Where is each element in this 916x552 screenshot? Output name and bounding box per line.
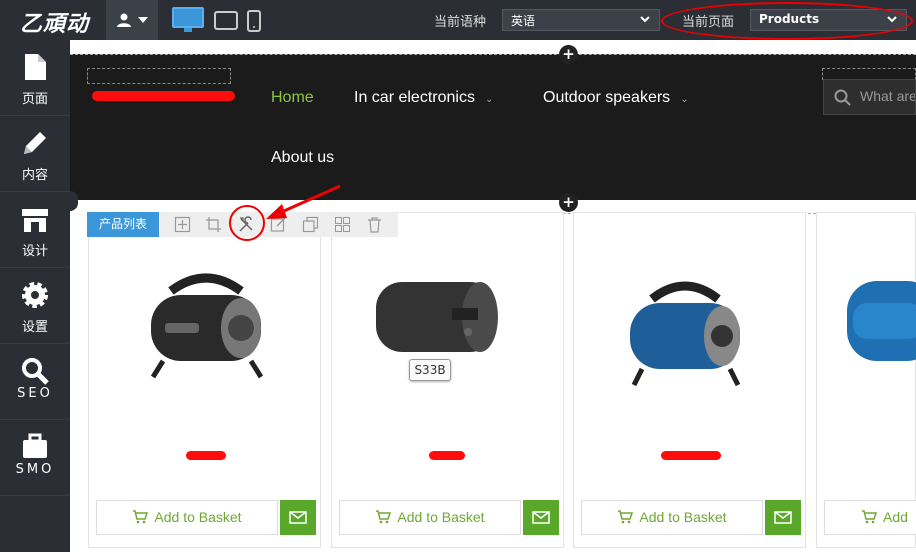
basket-label: Add bbox=[883, 509, 908, 525]
tablet-view-icon[interactable] bbox=[214, 11, 238, 31]
inquiry-button[interactable] bbox=[765, 500, 801, 535]
redacted-logo bbox=[92, 91, 235, 101]
language-select[interactable]: 英语 bbox=[502, 9, 660, 31]
add-section-button[interactable]: + bbox=[559, 45, 578, 64]
product-tooltip: S33B bbox=[409, 359, 451, 381]
site-header[interactable]: Home In car electronics ⌄ Outdoor speaker… bbox=[70, 54, 916, 200]
basket-label: Add to Basket bbox=[397, 509, 485, 525]
redacted-price bbox=[429, 451, 465, 460]
language-label: 当前语种 bbox=[434, 15, 487, 30]
sidebar-item-smo[interactable]: SMO bbox=[0, 420, 70, 496]
gear-icon bbox=[22, 282, 48, 308]
basket-label: Add to Basket bbox=[154, 509, 242, 525]
cart-icon bbox=[376, 510, 392, 524]
sidebar-item-label: 设计 bbox=[21, 244, 48, 259]
user-menu-button[interactable] bbox=[106, 0, 158, 40]
chevron-down-icon bbox=[640, 16, 650, 23]
page-icon bbox=[25, 54, 46, 80]
mobile-view-icon[interactable] bbox=[247, 10, 261, 32]
sidebar-item-label: 内容 bbox=[21, 168, 48, 183]
inquiry-button[interactable] bbox=[523, 500, 559, 535]
pencil-icon bbox=[24, 132, 46, 154]
top-bar: 乙頑动 当前语种 英语 当前页面 Products bbox=[0, 0, 916, 40]
sidebar-item-label: 页面 bbox=[21, 92, 48, 107]
nav-in-car-electronics[interactable]: In car electronics ⌄ bbox=[354, 89, 493, 107]
nav-label: In car electronics bbox=[354, 89, 475, 106]
module-label: 产品列表 bbox=[87, 212, 159, 237]
product-image bbox=[847, 281, 916, 361]
app-logo: 乙頑动 bbox=[20, 11, 90, 37]
mail-icon bbox=[289, 511, 307, 524]
add-to-basket-button[interactable]: Add to Basket bbox=[96, 500, 278, 535]
site-search-input[interactable]: What are bbox=[823, 79, 916, 115]
redacted-price bbox=[661, 451, 721, 460]
editor-canvas: Home In car electronics ⌄ Outdoor speaker… bbox=[70, 40, 916, 552]
store-icon bbox=[22, 209, 48, 232]
sidebar-item-design[interactable]: 设计 bbox=[0, 192, 70, 268]
sidebar-item-content[interactable]: 内容 bbox=[0, 116, 70, 192]
sidebar-item-page[interactable]: 页面 bbox=[0, 40, 70, 116]
add-to-basket-button[interactable]: Add bbox=[824, 500, 916, 535]
product-card[interactable]: Add bbox=[816, 212, 916, 548]
sidebar-item-label: 设置 bbox=[21, 320, 48, 335]
nav-outdoor-speakers[interactable]: Outdoor speakers ⌄ bbox=[543, 89, 689, 107]
search-placeholder: What are bbox=[860, 88, 916, 104]
nav-label: Outdoor speakers bbox=[543, 89, 671, 106]
user-icon bbox=[117, 13, 131, 27]
chevron-down-icon: ⌄ bbox=[484, 94, 494, 105]
chevron-down-icon: ⌄ bbox=[680, 94, 689, 105]
nav-about-us[interactable]: About us bbox=[271, 149, 334, 167]
add-section-button[interactable]: + bbox=[559, 193, 578, 212]
mail-icon bbox=[774, 511, 792, 524]
add-to-basket-button[interactable]: Add to Basket bbox=[581, 500, 763, 535]
mail-icon bbox=[532, 511, 550, 524]
search-icon bbox=[834, 89, 851, 106]
cart-icon bbox=[133, 510, 149, 524]
inquiry-button[interactable] bbox=[280, 500, 316, 535]
language-value: 英语 bbox=[511, 14, 536, 28]
product-card[interactable]: Add to Basket bbox=[573, 212, 806, 548]
cart-icon bbox=[618, 510, 634, 524]
sidebar-item-label: SMO bbox=[15, 462, 55, 477]
sidebar-item-settings[interactable]: 设置 bbox=[0, 268, 70, 344]
desktop-view-icon[interactable] bbox=[172, 7, 204, 33]
annotation-arrow bbox=[266, 184, 341, 219]
cart-icon bbox=[862, 510, 878, 524]
logo-placeholder[interactable] bbox=[87, 68, 231, 84]
left-sidebar: 页面 内容 设计 设置 SEO SMO bbox=[0, 40, 70, 552]
crop-icon[interactable] bbox=[205, 216, 222, 233]
product-image bbox=[630, 281, 741, 387]
basket-label: Add to Basket bbox=[639, 509, 727, 525]
redacted-price bbox=[186, 451, 226, 460]
product-image bbox=[376, 282, 498, 352]
search-icon bbox=[22, 358, 49, 385]
sidebar-item-label: SEO bbox=[17, 386, 53, 401]
briefcase-icon bbox=[23, 433, 47, 458]
chevron-down-icon bbox=[138, 17, 148, 23]
add-icon[interactable] bbox=[174, 216, 191, 233]
nav-home[interactable]: Home bbox=[271, 89, 314, 107]
sidebar-item-seo[interactable]: SEO bbox=[0, 344, 70, 420]
trash-icon[interactable] bbox=[366, 216, 383, 233]
product-image bbox=[150, 273, 264, 379]
annotation-oval bbox=[661, 2, 913, 40]
add-to-basket-button[interactable]: Add to Basket bbox=[339, 500, 521, 535]
product-card[interactable]: Add to Basket bbox=[88, 212, 321, 548]
